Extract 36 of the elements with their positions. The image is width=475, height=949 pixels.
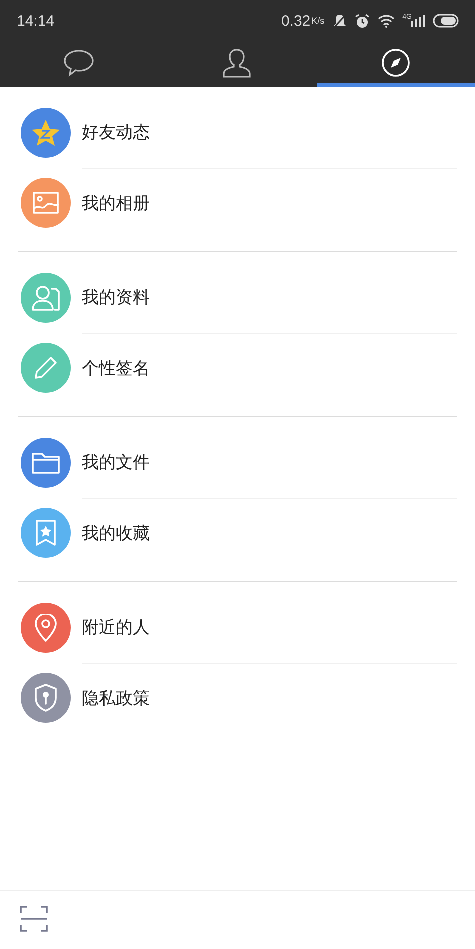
menu-icon-circle[interactable] (21, 108, 71, 158)
menu-icon-circle[interactable] (21, 438, 71, 488)
menu-item-label[interactable]: 隐私政策 (82, 686, 150, 710)
menu-icon-circle[interactable] (21, 508, 71, 558)
menu-icon-circle[interactable] (21, 673, 71, 723)
menu-icon-circle[interactable] (21, 178, 71, 228)
menu-item-label[interactable]: 我的收藏 (82, 522, 150, 544)
scan-button[interactable] (20, 904, 48, 932)
bookmark-star-icon (35, 520, 57, 546)
speed-unit: K/s (312, 16, 325, 26)
person-icon (222, 48, 252, 78)
wifi-icon (378, 14, 395, 28)
menu-icon-circle[interactable] (21, 343, 71, 393)
pencil-icon (34, 356, 58, 380)
person-card-icon (32, 285, 60, 311)
signal-icon (411, 15, 425, 27)
menu-icon-circle[interactable] (21, 273, 71, 323)
chat-bubble-icon (63, 48, 96, 76)
menu-item-label[interactable]: 好友动态 (82, 121, 150, 144)
location-pin-icon (35, 614, 57, 642)
star-icon (31, 119, 61, 147)
network-speed: 0.32 (281, 12, 311, 30)
picture-frame-icon (33, 192, 59, 214)
menu-item-label[interactable]: 个性签名 (82, 356, 150, 380)
menu-icon-circle[interactable] (21, 603, 71, 653)
menu-item-label[interactable]: 我的资料 (82, 286, 150, 309)
alarm-clock-icon (354, 14, 370, 28)
status-time: 14:14 (17, 12, 55, 30)
battery-icon (433, 14, 459, 28)
compass-icon (380, 48, 411, 78)
menu-item-label[interactable]: 附近的人 (82, 616, 150, 639)
menu-item-label[interactable]: 我的文件 (82, 451, 150, 474)
muted-bell-icon (332, 14, 347, 28)
shield-keyhole-icon (34, 684, 58, 712)
folder-icon (32, 452, 60, 474)
menu-item-label[interactable]: 我的相册 (82, 192, 150, 214)
